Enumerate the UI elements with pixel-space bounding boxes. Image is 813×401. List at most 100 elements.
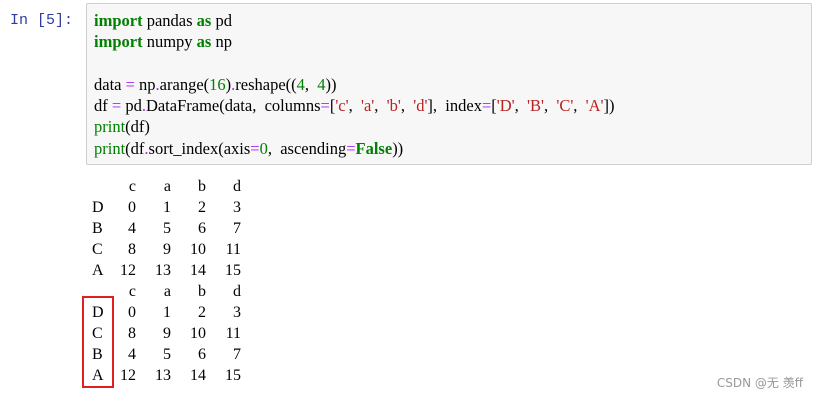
- cell-value: 11: [225, 241, 241, 258]
- code-token: numpy: [142, 32, 197, 52]
- code-token: =: [111, 96, 122, 116]
- code-token: df: [94, 96, 112, 116]
- code-token: ,: [543, 96, 557, 116]
- code-token: =: [320, 96, 330, 116]
- row-index-label: C: [92, 241, 103, 258]
- cell-value: 14: [190, 262, 206, 279]
- code-token: print: [94, 138, 126, 158]
- column-header: d: [233, 178, 241, 195]
- dataframe-header-row: cabd: [92, 176, 241, 197]
- code-line: import pandas as pd: [94, 10, 615, 31]
- cell-output: c a b d D 0 1 2 3 B 4 5 6 7 C 8 9 10 11 A 12 13 14 15 cabdD0123…: [92, 176, 241, 386]
- code-line: df = pd.DataFrame(data, columns=['c', 'a…: [94, 95, 615, 116]
- index-highlight-box: [82, 296, 114, 388]
- code-token: data: [94, 74, 126, 94]
- cell-prompt-label: In [5]:: [10, 12, 74, 29]
- cell-value: 7: [233, 220, 241, 237]
- code-token: (df): [125, 117, 150, 137]
- cell-value: 3: [233, 304, 241, 321]
- code-cell-input[interactable]: import pandas as pd import numpy as np dat…: [86, 3, 812, 165]
- code-token: 'C': [556, 96, 574, 116]
- cell-value: 6: [198, 220, 206, 237]
- code-token: )): [325, 74, 337, 94]
- column-header: d: [233, 283, 241, 300]
- column-header: a: [163, 178, 171, 195]
- code-token: DataFrame(data, columns: [145, 96, 321, 116]
- code-token: =: [346, 138, 356, 158]
- dataframe-output-sorted: c a b d D 0 1 2 3 C 8 9 10 11 B 4 5 6 7 A 12 13 14 15: [92, 281, 241, 386]
- code-token: ,: [374, 96, 387, 116]
- cell-value: 15: [225, 262, 241, 279]
- cell-value: 3: [233, 199, 241, 216]
- code-token: as: [196, 32, 212, 52]
- code-token: ]): [603, 96, 615, 116]
- cell-value: 14: [190, 367, 206, 384]
- cell-value: 13: [155, 367, 171, 384]
- cell-value: 6: [198, 346, 206, 363]
- cell-value: 12: [120, 262, 136, 279]
- code-editor[interactable]: import pandas as pd import numpy as np dat…: [94, 10, 615, 159]
- index-header-cell: [92, 176, 106, 197]
- code-line: print(df): [94, 116, 615, 137]
- cell-value: 5: [163, 220, 171, 237]
- code-line: data = np.arange(16).reshape((4, 4)): [94, 74, 615, 95]
- code-token: ,: [400, 96, 414, 116]
- cell-value: 0: [128, 199, 136, 216]
- code-token: 16: [209, 74, 226, 94]
- code-token: arange(: [159, 74, 210, 94]
- code-token: ,: [348, 96, 361, 116]
- cell-value: 7: [233, 346, 241, 363]
- code-token: ,: [304, 74, 318, 94]
- code-token: =: [250, 138, 260, 158]
- code-token: np: [211, 32, 232, 52]
- cell-value: 2: [198, 304, 206, 321]
- csdn-watermark: CSDN @无 羡ff: [716, 376, 803, 390]
- cell-value: 11: [225, 325, 241, 342]
- column-header: a: [163, 283, 171, 300]
- code-token: 'c': [335, 96, 349, 116]
- code-token: 0: [259, 138, 268, 158]
- code-token: 'B': [527, 96, 544, 116]
- row-index-label: D: [92, 199, 104, 216]
- column-header: b: [198, 283, 206, 300]
- code-token: ,: [573, 96, 586, 116]
- code-token: sort_index(axis: [148, 138, 251, 158]
- dataframe-row: A 12 13 14 15: [92, 365, 241, 386]
- cell-value: 13: [155, 262, 171, 279]
- code-token: )): [392, 138, 404, 158]
- dataframe-row: B4567: [92, 344, 241, 365]
- code-token: 4: [317, 74, 326, 94]
- cell-value: 10: [190, 325, 206, 342]
- code-token: False: [355, 138, 393, 158]
- code-token: , ascending: [267, 138, 347, 158]
- code-token: ], index: [427, 96, 482, 116]
- code-token: 'd': [413, 96, 428, 116]
- code-token: (df: [125, 138, 145, 158]
- code-token: =: [481, 96, 492, 116]
- code-token: 'b': [386, 96, 401, 116]
- code-token: =: [125, 74, 135, 94]
- cell-value: 2: [198, 199, 206, 216]
- code-token: import: [94, 11, 143, 30]
- dataframe-row: C 8 9 10 11: [92, 323, 241, 344]
- dataframe-row: A 12 13 14 15: [92, 260, 241, 281]
- code-token: 'D': [496, 96, 515, 116]
- code-line: print(df.sort_index(axis=0, ascending=Fa…: [94, 138, 615, 159]
- code-token: 'A': [585, 96, 604, 116]
- dataframe-header-row: cabd: [92, 281, 241, 302]
- column-header: b: [198, 178, 206, 195]
- code-token: import: [94, 32, 143, 52]
- cell-value: 10: [190, 241, 206, 258]
- row-index-label: B: [92, 220, 103, 237]
- code-token: 'a': [360, 96, 375, 116]
- cell-value: 4: [128, 220, 136, 237]
- code-token: pd: [121, 96, 142, 116]
- cell-value: 9: [163, 241, 171, 258]
- dataframe-row: D 0 1 2 3: [92, 197, 241, 218]
- cell-value: 1: [163, 199, 171, 216]
- cell-value: 5: [163, 346, 171, 363]
- code-line: import numpy as np: [94, 31, 615, 52]
- dataframe-output-original: c a b d D 0 1 2 3 B 4 5 6 7 C 8 9 10 11 A 12 13 14 15: [92, 176, 241, 281]
- code-token: 4: [296, 74, 305, 94]
